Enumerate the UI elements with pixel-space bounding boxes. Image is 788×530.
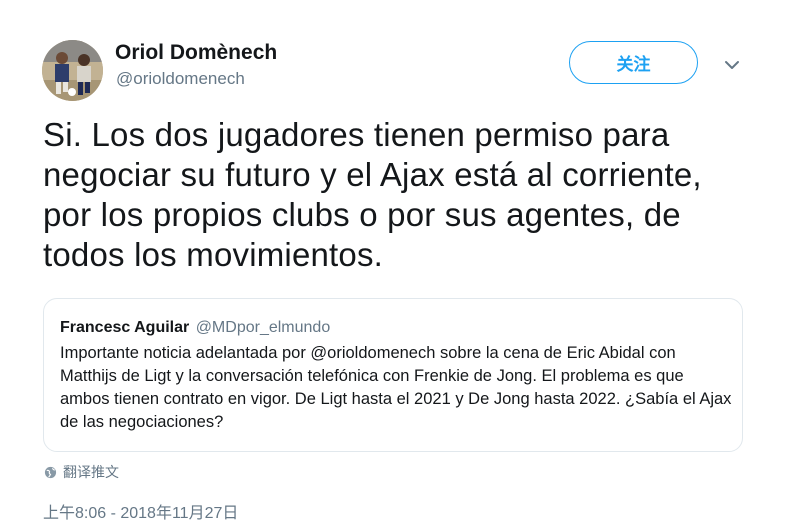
translate-tweet-link[interactable]: 翻译推文	[44, 462, 119, 482]
quoted-tweet-text: Importante noticia adelantada por @oriol…	[60, 344, 732, 431]
quoted-tweet[interactable]: Francesc Aguilar @MDpor_elmundo Importan…	[43, 298, 743, 452]
quoted-author-name: Francesc Aguilar	[60, 319, 190, 336]
tweet-timestamp[interactable]: 上午8:06 - 2018年11月27日	[43, 499, 238, 523]
quoted-tweet-header: Francesc Aguilar @MDpor_elmundo	[60, 317, 726, 339]
follow-button[interactable]: 关注	[569, 41, 698, 84]
avatar[interactable]	[42, 40, 103, 101]
tweet-text: Si. Los dos jugadores tienen permiso par…	[43, 116, 702, 273]
translate-label: 翻译推文	[63, 464, 119, 480]
chevron-down-icon[interactable]	[723, 59, 741, 71]
author-handle[interactable]: @orioldomenech	[116, 69, 245, 89]
author-name[interactable]: Oriol Domènech	[115, 41, 277, 65]
quoted-author-handle: @MDpor_elmundo	[195, 319, 331, 336]
globe-icon	[44, 466, 57, 478]
